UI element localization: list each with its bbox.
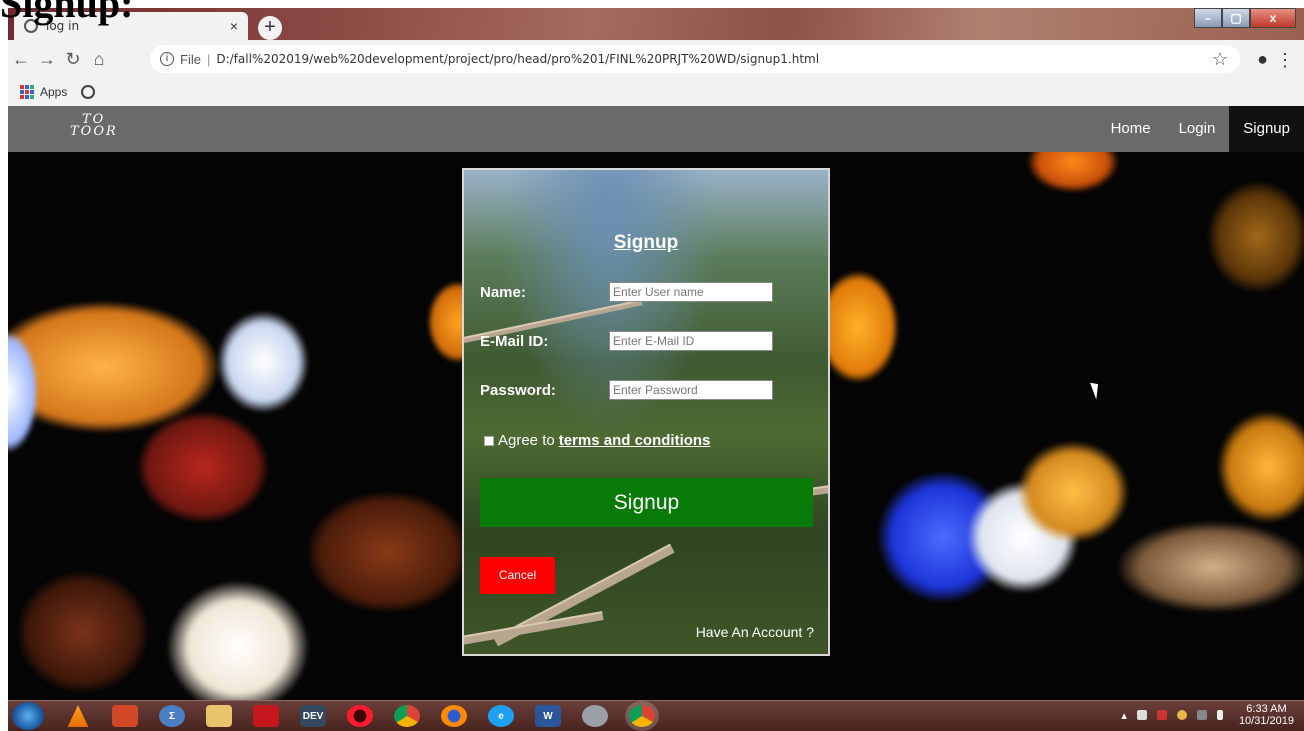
bookmark-globe-icon[interactable]: [81, 85, 96, 99]
form-title: Signup: [613, 232, 679, 253]
bokeh-light: [168, 582, 308, 700]
password-label: Password:: [480, 382, 556, 399]
settings-app-icon[interactable]: [582, 705, 608, 727]
info-icon[interactable]: i: [160, 52, 174, 66]
new-tab-button[interactable]: +: [258, 16, 282, 40]
agree-text: Agree to: [498, 432, 555, 449]
browser-tab-strip: log in × + – ▢ x: [8, 8, 1304, 40]
apps-bookmark[interactable]: Apps: [40, 85, 67, 99]
have-account-link[interactable]: Have An Account ?: [696, 624, 814, 640]
email-label: E-Mail ID:: [480, 333, 549, 350]
internet-explorer-icon[interactable]: e: [488, 705, 514, 727]
reload-icon[interactable]: ↻: [60, 49, 86, 70]
network-icon[interactable]: [1196, 710, 1207, 720]
bokeh-light: [1218, 412, 1304, 522]
name-label: Name:: [480, 284, 526, 301]
security-icon[interactable]: [1156, 710, 1167, 720]
home-icon[interactable]: ⌂: [86, 49, 112, 70]
name-input[interactable]: [609, 282, 773, 302]
browser-menu-icon[interactable]: ⋮: [1276, 50, 1294, 71]
vlc-icon[interactable]: [67, 705, 89, 727]
chrome-active-icon[interactable]: [625, 701, 659, 731]
nav-home[interactable]: Home: [1097, 106, 1165, 152]
site-navbar: TO TOOR Home Login Signup: [8, 106, 1304, 152]
url-scheme-label: File: [180, 51, 201, 67]
terms-checkbox[interactable]: [484, 435, 494, 446]
app-tray-icon[interactable]: [1176, 710, 1187, 720]
word-icon[interactable]: W: [535, 705, 561, 727]
system-clock[interactable]: 6:33 AM 10/31/2019: [1239, 703, 1294, 727]
bokeh-light: [8, 302, 218, 432]
pdf-reader-icon[interactable]: [253, 705, 279, 727]
firefox-icon[interactable]: [441, 705, 467, 727]
password-input[interactable]: [609, 380, 773, 400]
tray-expand-icon[interactable]: ▴: [1121, 709, 1127, 722]
terms-link[interactable]: terms and conditions: [559, 432, 711, 449]
terms-agreement: Agree to terms and conditions: [484, 432, 710, 449]
bokeh-light: [1118, 522, 1304, 612]
start-button[interactable]: [12, 702, 44, 730]
url-separator: |: [206, 51, 211, 67]
cancel-button[interactable]: Cancel: [480, 557, 555, 594]
clock-time: 6:33 AM: [1246, 703, 1287, 715]
nav-signup[interactable]: Signup: [1229, 106, 1304, 152]
address-bar[interactable]: i File | D:/fall%202019/web%20developmen…: [150, 45, 1240, 73]
file-explorer-icon[interactable]: [206, 705, 232, 727]
clock-date: 10/31/2019: [1238, 715, 1294, 727]
bokeh-light: [818, 272, 898, 382]
window-controls: – ▢ x: [1194, 8, 1296, 28]
bokeh-light: [138, 412, 268, 522]
tab-close-icon[interactable]: ×: [230, 18, 238, 34]
signup-card: Signup Name: E-Mail ID: Password: Agree …: [462, 168, 830, 656]
signup-button[interactable]: Signup: [480, 478, 813, 527]
presentation-app-icon[interactable]: [112, 705, 138, 727]
url-text[interactable]: D:/fall%202019/web%20development/project…: [216, 52, 819, 66]
dev-cpp-icon[interactable]: DEV: [300, 705, 326, 727]
site-logo[interactable]: TO TOOR: [70, 113, 118, 139]
bookmark-star-icon[interactable]: ☆: [1212, 49, 1228, 70]
back-arrow-icon[interactable]: ←: [8, 49, 34, 70]
bokeh-light: [18, 572, 148, 692]
nav-login[interactable]: Login: [1165, 106, 1230, 152]
document-heading: Signup:: [0, 0, 134, 26]
apps-grid-icon[interactable]: [20, 85, 34, 99]
bokeh-light: [1028, 152, 1118, 192]
bokeh-light: [218, 312, 308, 412]
logo-line-2: TOOR: [70, 124, 118, 139]
windows-taskbar: Σ DEV e W ▴ 6:33 AM 10/31/2019: [8, 700, 1304, 731]
bokeh-light: [1018, 442, 1128, 542]
forward-arrow-icon[interactable]: →: [34, 49, 60, 70]
bokeh-light: [308, 492, 468, 612]
maximize-button[interactable]: ▢: [1222, 8, 1250, 28]
email-input[interactable]: [609, 331, 773, 351]
system-tray: ▴ 6:33 AM 10/31/2019: [1121, 703, 1294, 727]
opera-icon[interactable]: [347, 705, 373, 727]
browser-toolbar: ← → ↻ ⌂ i File | D:/fall%202019/web%20de…: [8, 40, 1304, 78]
math-app-icon[interactable]: Σ: [159, 705, 185, 727]
minimize-button[interactable]: –: [1194, 8, 1222, 28]
action-center-flag-icon[interactable]: [1136, 710, 1147, 720]
bokeh-light: [1208, 182, 1304, 292]
profile-icon[interactable]: ●: [1257, 49, 1268, 70]
window-close-button[interactable]: x: [1250, 8, 1296, 28]
chrome-icon[interactable]: [394, 705, 420, 727]
nav-links: Home Login Signup: [1097, 106, 1304, 152]
bookmarks-bar: Apps: [8, 78, 1304, 106]
battery-icon[interactable]: [1216, 710, 1223, 720]
